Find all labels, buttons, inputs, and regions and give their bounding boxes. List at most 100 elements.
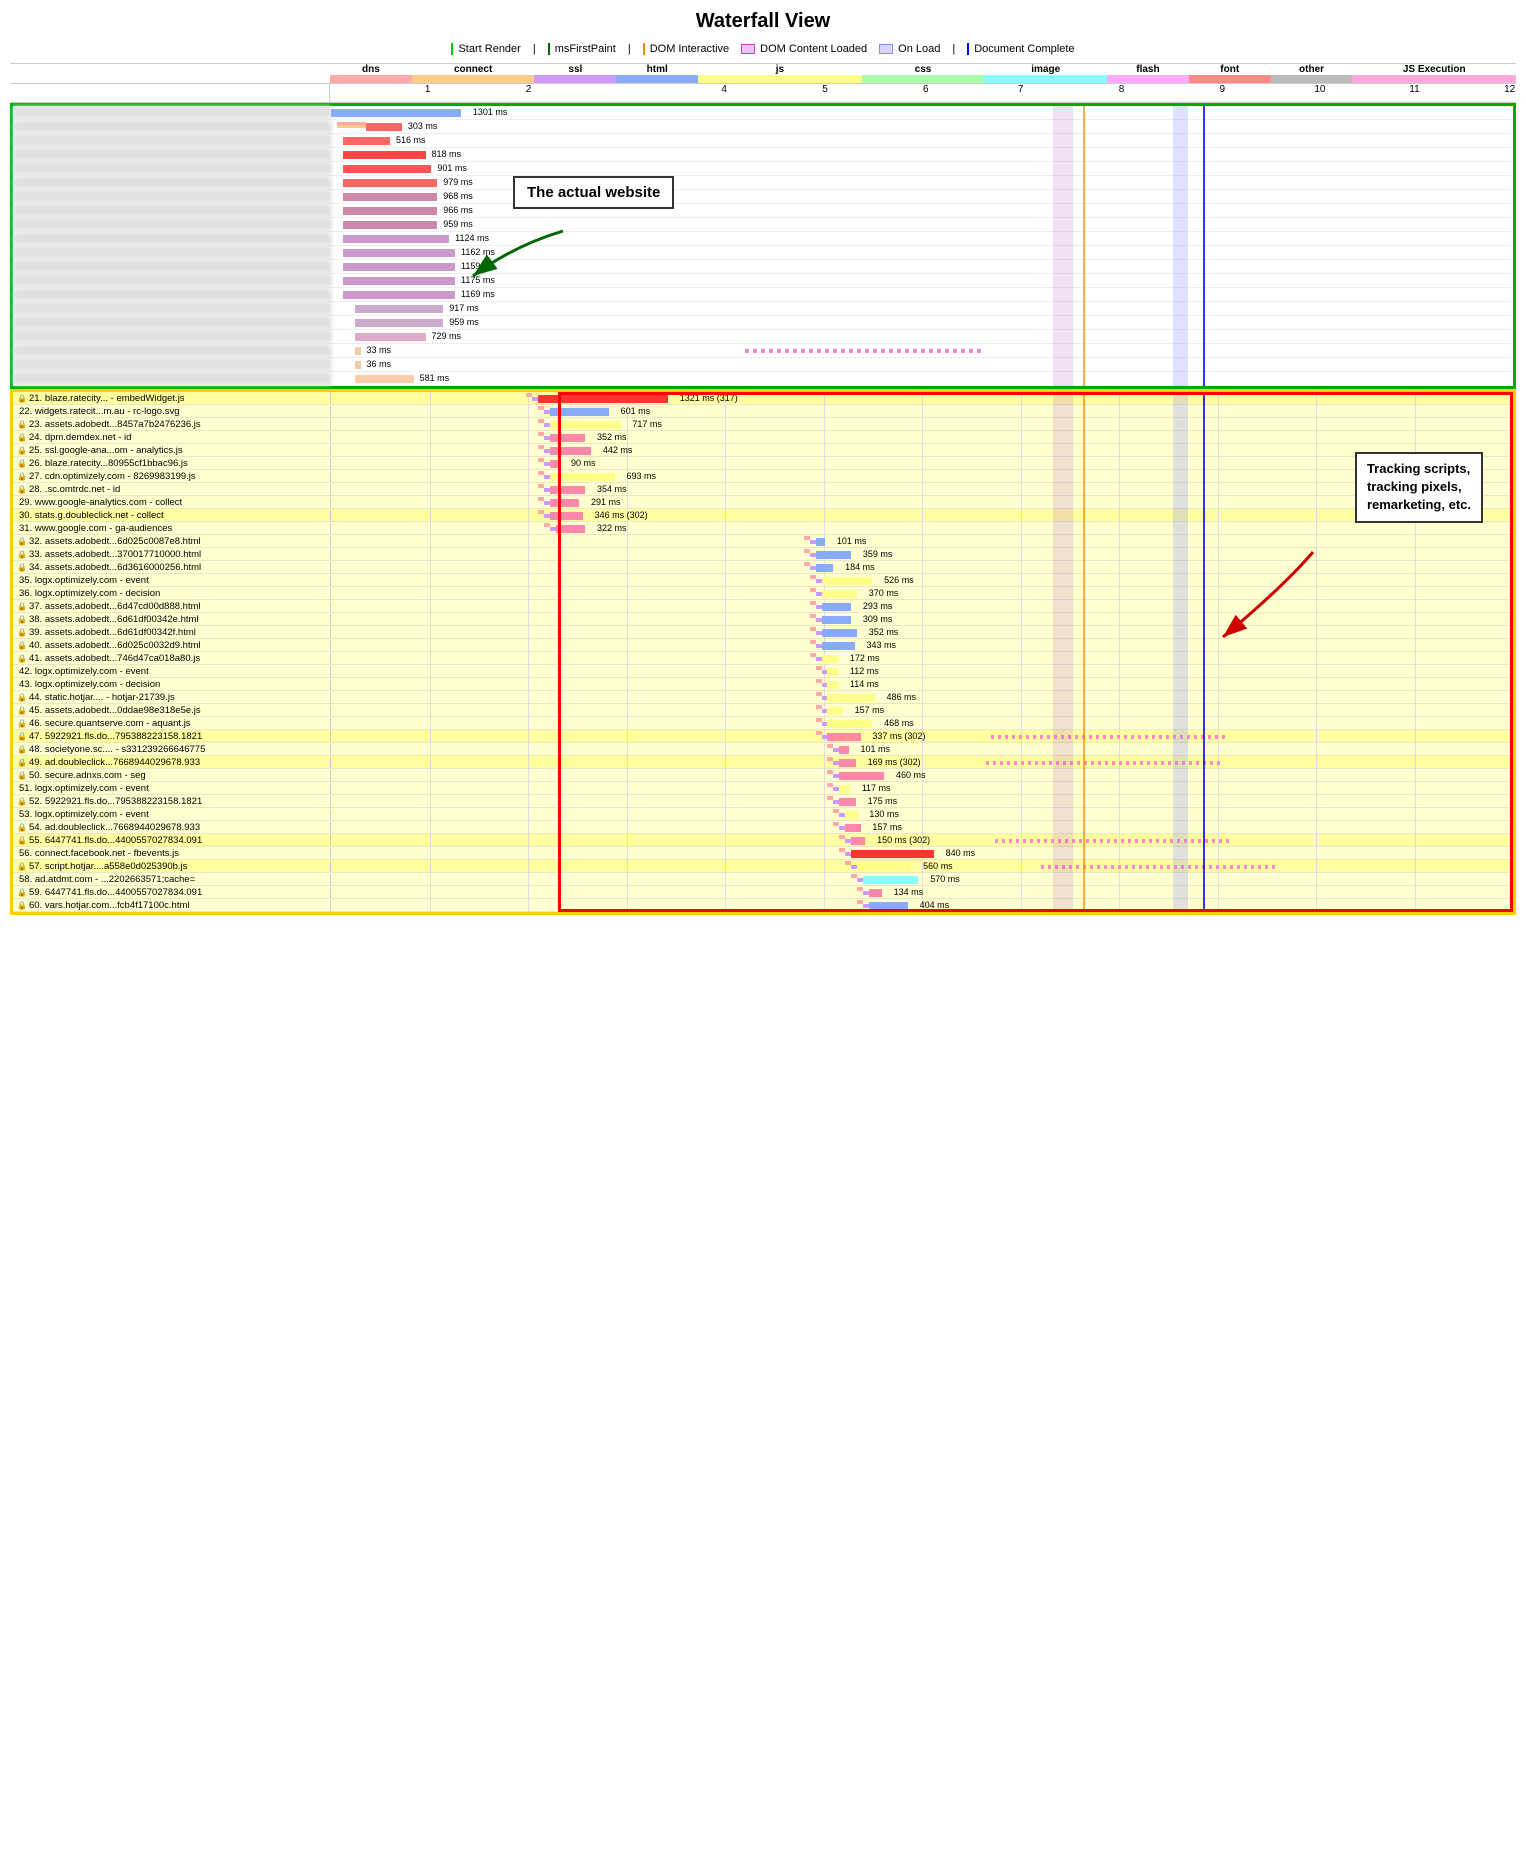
list-item: 🔒60. vars.hotjar.com...fcb4f17100c.html4… bbox=[13, 899, 1513, 912]
lock-icon: 🔒 bbox=[17, 433, 27, 442]
annotation-actual-website: The actual website bbox=[513, 176, 674, 209]
timing-label: 112 ms bbox=[850, 666, 879, 676]
resource-timing: 112 ms bbox=[331, 665, 1513, 678]
timing-bar bbox=[822, 590, 857, 598]
legend-start-render: Start Render bbox=[451, 43, 520, 55]
lock-icon: 🔒 bbox=[17, 758, 27, 767]
resource-url: 31. www.google.com - ga-audiences bbox=[13, 523, 331, 534]
top-row-16: 959 ms bbox=[13, 316, 1513, 330]
list-item: 🔒49. ad.doubleclick...7668944029678.9331… bbox=[13, 756, 1513, 769]
timing-label: 1321 ms (317) bbox=[680, 393, 738, 403]
timing-label: 460 ms bbox=[896, 770, 926, 780]
timing-label: 114 ms bbox=[850, 679, 879, 689]
resource-url: 30. stats.g.doubleclick.net - collect bbox=[13, 510, 331, 521]
list-item: 53. logx.optimizely.com - event130 ms bbox=[13, 808, 1513, 821]
timing-bar bbox=[845, 811, 857, 819]
resource-url: 51. logx.optimizely.com - event bbox=[13, 783, 331, 794]
resource-url: 43. logx.optimizely.com - decision bbox=[13, 679, 331, 690]
resource-timing: 101 ms bbox=[331, 743, 1513, 756]
dom-content-loaded-marker-bottom bbox=[1053, 392, 1073, 912]
lock-icon: 🔒 bbox=[17, 771, 27, 780]
timing-bar bbox=[816, 564, 834, 572]
timing-bar bbox=[827, 720, 872, 728]
list-item: 🔒50. secure.adnxs.com - seg460 ms bbox=[13, 769, 1513, 782]
type-ssl: ssl bbox=[534, 64, 616, 83]
timing-bar bbox=[550, 512, 583, 520]
top-row-8: 966 ms bbox=[13, 204, 1513, 218]
red-arrow bbox=[1183, 547, 1333, 650]
type-flash: flash bbox=[1107, 64, 1189, 83]
lock-icon: 🔒 bbox=[17, 615, 27, 624]
bottom-rows-container: 🔒21. blaze.ratecity... - embedWidget.js 1… bbox=[13, 392, 1513, 912]
resource-url: 🔒37. assets.adobedt...6d47cd00d888.html bbox=[13, 601, 331, 612]
timing-bar bbox=[839, 746, 848, 754]
resource-timing: 352 ms bbox=[331, 626, 1513, 639]
timing-label: 343 ms bbox=[866, 640, 896, 650]
resource-url: 29. www.google-analytics.com - collect bbox=[13, 497, 331, 508]
resource-timing: 157 ms bbox=[331, 704, 1513, 717]
list-item: 🔒41. assets.adobedt...746d47ca018a80.js1… bbox=[13, 652, 1513, 665]
resource-timing: 346 ms (302) bbox=[331, 509, 1513, 522]
list-item: 43. logx.optimizely.com - decision 114 ms bbox=[13, 678, 1513, 691]
type-html: html bbox=[616, 64, 698, 83]
top-section: The actual website bbox=[10, 103, 1516, 389]
list-item: 31. www.google.com - ga-audiences322 ms bbox=[13, 522, 1513, 535]
timing-label: 150 ms (302) bbox=[877, 835, 930, 845]
type-dns: dns bbox=[330, 64, 412, 83]
type-css: css bbox=[862, 64, 985, 83]
top-row-15: 917 ms bbox=[13, 302, 1513, 316]
lock-icon: 🔒 bbox=[17, 563, 27, 572]
timing-label: 359 ms bbox=[863, 549, 893, 559]
timing-label: 693 ms bbox=[627, 471, 657, 481]
resource-url: 🔒21. blaze.ratecity... - embedWidget.js bbox=[13, 393, 331, 404]
list-item: 🔒21. blaze.ratecity... - embedWidget.js 1… bbox=[13, 392, 1513, 405]
list-item: 🔒24. dpm.demdex.net - id352 ms bbox=[13, 431, 1513, 444]
lock-icon: 🔒 bbox=[17, 654, 27, 663]
list-item: 56. connect.facebook.net - fbevents.js84… bbox=[13, 847, 1513, 860]
timing-bar bbox=[863, 876, 919, 884]
legend-msfirstpaint: msFirstPaint bbox=[548, 43, 616, 55]
resource-url: 🔒26. blaze.ratecity...80955cf1bbac96.js bbox=[13, 458, 331, 469]
resource-timing: 468 ms bbox=[331, 717, 1513, 730]
dom-interactive-line-bottom bbox=[1083, 392, 1085, 912]
type-jsexec: JS Execution bbox=[1352, 64, 1516, 83]
lock-icon: 🔒 bbox=[17, 901, 27, 910]
resource-url: 🔒23. assets.adobedt...8457a7b2476236.js bbox=[13, 419, 331, 430]
timing-label: 101 ms bbox=[861, 744, 891, 754]
resource-url: 🔒40. assets.adobedt...6d025c0032d9.html bbox=[13, 640, 331, 651]
timing-label: 90 ms bbox=[571, 458, 596, 468]
top-row-2: 303 ms bbox=[13, 120, 1513, 134]
resource-timing: 90 ms bbox=[331, 457, 1513, 470]
timing-bar bbox=[550, 460, 559, 468]
resource-timing: 157 ms bbox=[331, 821, 1513, 834]
resource-timing: 175 ms bbox=[331, 795, 1513, 808]
timing-bar bbox=[827, 681, 838, 689]
lock-icon: 🔒 bbox=[17, 888, 27, 897]
timing-label: 117 ms bbox=[862, 783, 891, 793]
timing-label: 172 ms bbox=[850, 653, 880, 663]
timing-label: 101 ms bbox=[837, 536, 867, 546]
resource-url: 🔒24. dpm.demdex.net - id bbox=[13, 432, 331, 443]
type-color-bar: dns connect ssl html js css bbox=[10, 63, 1516, 84]
resource-url: 🔒44. static.hotjar.... - hotjar-21739.js bbox=[13, 692, 331, 703]
resource-timing: 693 ms bbox=[331, 470, 1513, 483]
timing-bar bbox=[851, 837, 865, 845]
timing-label: 346 ms (302) bbox=[595, 510, 648, 520]
top-row-4: 818 ms bbox=[13, 148, 1513, 162]
list-item: 🔒28. .sc.omtrdc.net - id354 ms bbox=[13, 483, 1513, 496]
resource-url: 🔒34. assets.adobedt...6d3616000256.html bbox=[13, 562, 331, 573]
legend-document-complete: Document Complete bbox=[967, 43, 1074, 55]
timing-bar bbox=[839, 785, 850, 793]
on-load-marker bbox=[1173, 106, 1188, 386]
timing-label: 184 ms bbox=[845, 562, 875, 572]
top-row-1: 1301 ms bbox=[13, 106, 1513, 120]
resource-url: 36. logx.optimizely.com - decision bbox=[13, 588, 331, 599]
resource-timing: 840 ms bbox=[331, 847, 1513, 860]
top-row-3: 516 ms bbox=[13, 134, 1513, 148]
green-arrow bbox=[453, 226, 573, 289]
timing-bar bbox=[822, 655, 839, 663]
resource-url: 🔒32. assets.adobedt...6d025c0087e8.html bbox=[13, 536, 331, 547]
legend-on-load: On Load bbox=[879, 43, 940, 55]
lock-icon: 🔒 bbox=[17, 550, 27, 559]
timing-label: 442 ms bbox=[603, 445, 633, 455]
